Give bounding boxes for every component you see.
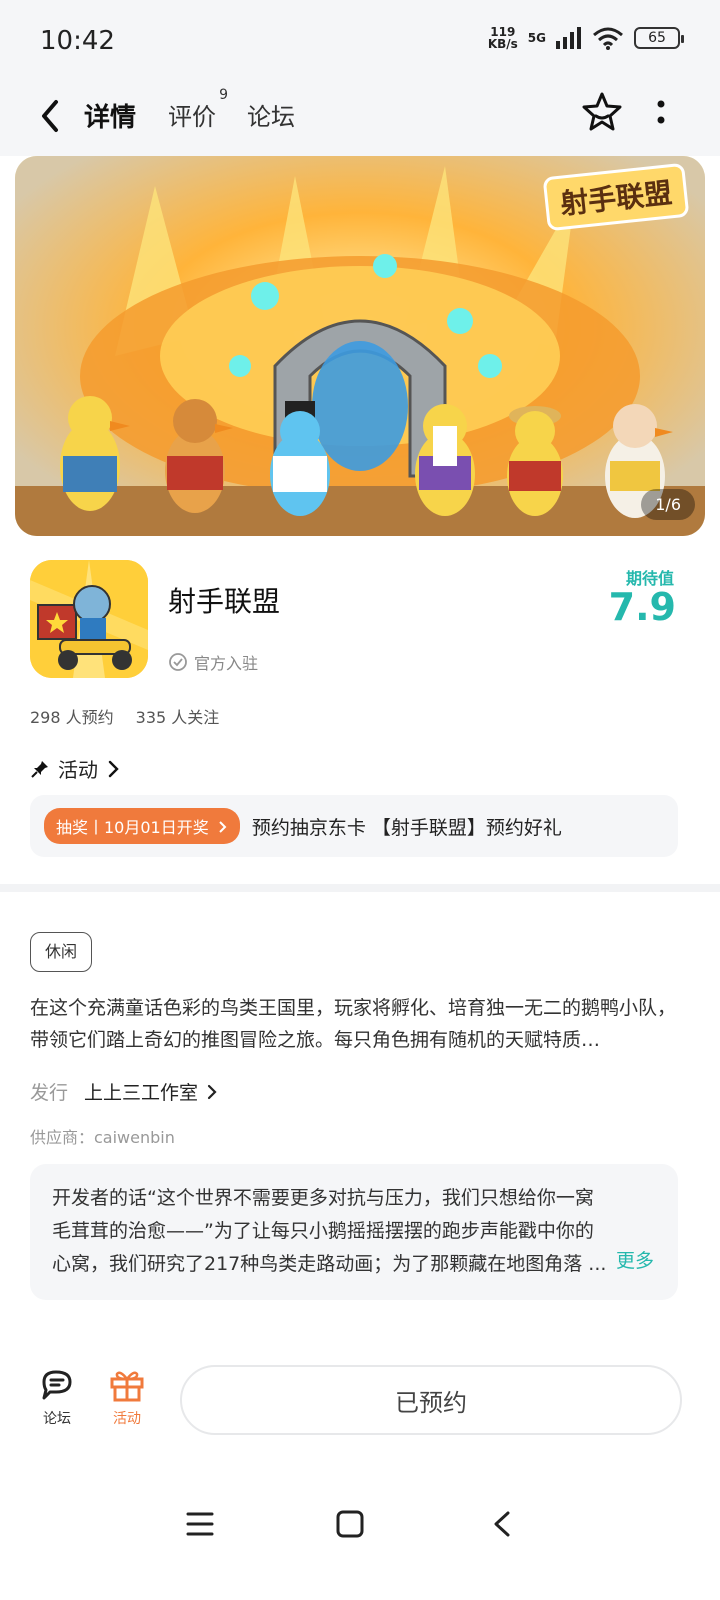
tab-reviews[interactable]: 评价 9: [168, 87, 228, 132]
check-circle-icon: [169, 653, 187, 671]
tab-reviews-label: 评价: [168, 103, 216, 131]
more-link[interactable]: 更多: [611, 1245, 654, 1278]
network-type: 5G: [527, 31, 546, 45]
developer-note-card[interactable]: 开发者的话“这个世界不需要更多对抗与压力，我们只想给你一窝毛茸茸的治愈——”为了…: [30, 1164, 678, 1300]
reviews-count-badge: 9: [219, 87, 228, 103]
gift-icon: [110, 1371, 144, 1402]
home-square-icon[interactable]: [336, 1510, 364, 1538]
publisher-name: 上上三工作室: [84, 1082, 199, 1104]
app-name: 射手联盟: [168, 585, 281, 618]
bottom-activity-button[interactable]: 活动: [97, 1368, 157, 1428]
status-bar: 10:42 119 KB/s 5G 65: [0, 0, 720, 80]
official-badge: 官方入驻: [168, 650, 258, 674]
system-back-icon[interactable]: [490, 1510, 514, 1538]
section-divider: [0, 884, 720, 892]
net-speed: 119 KB/s: [488, 26, 518, 50]
menu-icon[interactable]: [186, 1510, 214, 1538]
reservation-count: 298 人预约: [30, 708, 114, 727]
status-icons: 119 KB/s 5G 65: [488, 26, 684, 50]
supplier-info: 供应商：caiwenbin: [30, 1128, 175, 1147]
tag-chevron-icon: [219, 821, 227, 833]
publisher-label: 发行: [30, 1082, 69, 1104]
lottery-tag: 抽奖丨10月01日开奖: [44, 808, 240, 844]
activity-label: 活动: [113, 1411, 141, 1427]
chevron-right-icon: [108, 760, 119, 777]
lottery-tag-text: 抽奖丨10月01日开奖: [56, 818, 209, 837]
bottom-forum-button[interactable]: 论坛: [27, 1368, 87, 1428]
activity-section-header[interactable]: 活动: [30, 754, 120, 783]
forum-chat-icon: [42, 1370, 72, 1400]
game-description[interactable]: 在这个充满童话色彩的鸟类王国里，玩家将孵化、培育独一无二的鹅鸭小队，带领它们踏上…: [30, 992, 680, 1056]
more-options-icon[interactable]: [655, 98, 667, 130]
screenshot-carousel[interactable]: 射手联盟 1/6: [15, 156, 705, 536]
pin-icon: [31, 760, 48, 778]
tab-details[interactable]: 详情: [80, 97, 141, 134]
favorite-star-icon[interactable]: [580, 90, 624, 134]
chevron-right-icon: [207, 1084, 217, 1099]
top-nav: 详情 评价 9 论坛: [0, 80, 720, 156]
system-navigation-bar: [0, 1480, 720, 1580]
activity-title: 活动: [58, 758, 98, 782]
back-icon[interactable]: [34, 94, 74, 138]
carousel-counter: 1/6: [641, 489, 695, 520]
forum-label: 论坛: [43, 1411, 71, 1427]
developer-note-text: 开发者的话“这个世界不需要更多对抗与压力，我们只想给你一窝毛茸茸的治愈——”为了…: [52, 1187, 607, 1275]
wifi-icon: [593, 27, 623, 50]
tab-forum-label: 论坛: [247, 103, 295, 131]
bottom-action-bar: 论坛 活动 已预约: [0, 1350, 720, 1460]
reserved-button[interactable]: 已预约: [180, 1365, 682, 1435]
tab-details-label: 详情: [84, 103, 137, 133]
app-icon: [30, 560, 148, 678]
status-time: 10:42: [40, 26, 115, 56]
activity-card[interactable]: 抽奖丨10月01日开奖 预约抽京东卡 【射手联盟】预约好礼: [30, 795, 678, 857]
battery-indicator: 65: [634, 27, 684, 49]
activity-description: 预约抽京东卡 【射手联盟】预约好礼: [251, 816, 562, 839]
tab-forum[interactable]: 论坛: [247, 97, 295, 132]
app-icon-image: [30, 560, 148, 678]
net-speed-unit: KB/s: [487, 37, 518, 51]
official-label: 官方入驻: [194, 654, 259, 673]
expectation-score: 7.9: [608, 585, 676, 629]
genre-tag[interactable]: 休闲: [30, 932, 93, 972]
app-stats: 298 人预约 335 人关注: [30, 704, 219, 728]
signal-icon: [556, 27, 581, 49]
follower-count: 335 人关注: [135, 708, 220, 727]
publisher-row[interactable]: 发行 上上三工作室: [30, 1078, 218, 1105]
